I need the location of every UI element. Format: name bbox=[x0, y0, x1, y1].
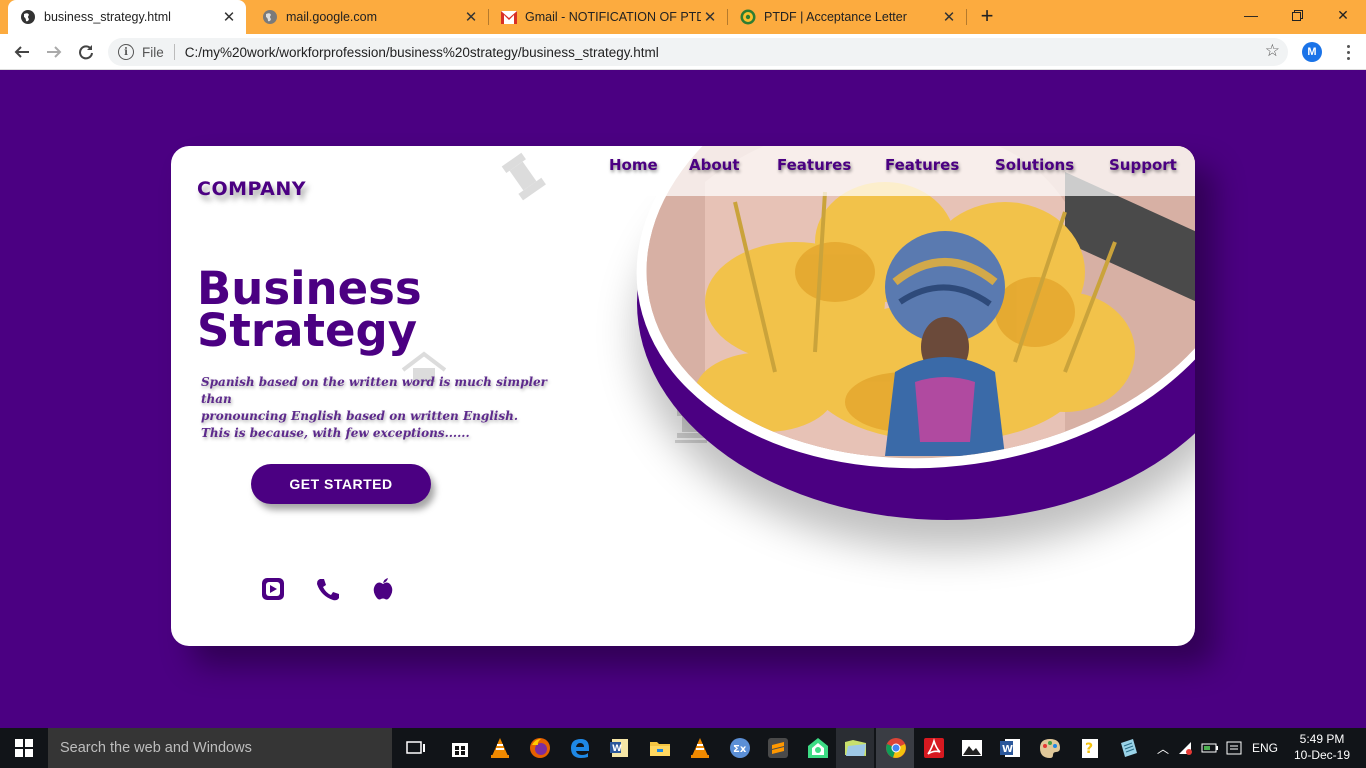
show-hidden-icons-icon[interactable]: ︿ bbox=[1154, 740, 1172, 757]
close-tab-icon[interactable]: ✕ bbox=[220, 8, 238, 26]
intro-text: Spanish based on the written word is muc… bbox=[201, 375, 547, 440]
vlc-icon[interactable] bbox=[686, 734, 714, 762]
ptdf-icon bbox=[740, 9, 756, 25]
chrome-icon[interactable] bbox=[882, 734, 910, 762]
store-icon[interactable] bbox=[446, 734, 474, 762]
browser-menu-icon[interactable] bbox=[1338, 42, 1358, 62]
tab-gmail-notification[interactable]: Gmail - NOTIFICATION OF PTDF ✕ bbox=[489, 0, 727, 34]
profile-avatar[interactable]: M bbox=[1302, 42, 1322, 62]
tab-title: business_strategy.html bbox=[44, 10, 171, 24]
svg-text:?: ? bbox=[1085, 741, 1093, 757]
nav-about[interactable]: About bbox=[689, 156, 740, 174]
new-tab-button[interactable]: + bbox=[976, 5, 998, 27]
phone-icon[interactable] bbox=[315, 576, 341, 602]
bookmark-star-icon[interactable]: ☆ bbox=[1265, 41, 1280, 61]
word-doc-icon[interactable]: W bbox=[606, 734, 634, 762]
nav-solutions[interactable]: Solutions bbox=[995, 156, 1074, 174]
browser-toolbar: i File C:/my%20work/workforprofession/bu… bbox=[0, 34, 1366, 70]
browser-tab-strip: business_strategy.html ✕ mail.google.com… bbox=[0, 0, 1366, 34]
taskbar-clock[interactable]: 5:49 PM 10-Dec-19 bbox=[1290, 731, 1354, 763]
address-scheme: File bbox=[142, 44, 164, 60]
video-play-icon[interactable] bbox=[260, 576, 286, 602]
paint-icon[interactable] bbox=[1036, 734, 1064, 762]
tab-title: PTDF | Acceptance Letter bbox=[764, 10, 907, 24]
landing-card: COMPANY Business Strategy Spanish based … bbox=[171, 146, 1195, 646]
notepad-icon[interactable] bbox=[1114, 734, 1142, 762]
tab-business-strategy[interactable]: business_strategy.html ✕ bbox=[8, 0, 246, 34]
file-explorer-icon[interactable] bbox=[646, 734, 674, 762]
firefox-icon[interactable] bbox=[526, 734, 554, 762]
restore-icon[interactable] bbox=[1274, 0, 1320, 30]
close-tab-icon[interactable]: ✕ bbox=[940, 8, 958, 26]
reload-icon[interactable] bbox=[74, 40, 98, 64]
system-tray: ︿ ENG bbox=[1154, 728, 1284, 768]
close-window-icon[interactable]: ✕ bbox=[1320, 0, 1366, 30]
language-indicator[interactable]: ENG bbox=[1246, 741, 1284, 755]
math-app-icon[interactable]: Σx bbox=[726, 734, 754, 762]
address-bar[interactable]: i File C:/my%20work/workforprofession/bu… bbox=[108, 38, 1288, 66]
address-divider bbox=[173, 44, 175, 60]
word-icon[interactable]: W bbox=[996, 734, 1024, 762]
taskbar-search-input[interactable]: Search the web and Windows bbox=[48, 728, 392, 768]
photos-icon[interactable] bbox=[958, 734, 986, 762]
nav-home[interactable]: Home bbox=[609, 156, 658, 174]
info-icon[interactable]: i bbox=[118, 44, 134, 60]
sublime-text-icon[interactable] bbox=[764, 734, 792, 762]
tab-ptdf-acceptance[interactable]: PTDF | Acceptance Letter ✕ bbox=[728, 0, 966, 34]
notification-icon[interactable] bbox=[1222, 741, 1246, 755]
apple-icon[interactable] bbox=[370, 576, 396, 602]
globe-icon bbox=[20, 9, 36, 25]
page-headline: Business Strategy bbox=[197, 266, 422, 357]
windows-start-icon[interactable] bbox=[0, 728, 48, 768]
minimize-icon[interactable]: — bbox=[1228, 0, 1274, 30]
faded-chess-piece-icon bbox=[501, 152, 546, 201]
forward-icon[interactable] bbox=[42, 40, 66, 64]
close-tab-icon[interactable]: ✕ bbox=[462, 8, 480, 26]
network-icon[interactable] bbox=[1172, 741, 1198, 755]
help-icon[interactable]: ? bbox=[1076, 734, 1104, 762]
android-studio-icon[interactable] bbox=[804, 734, 832, 762]
back-icon[interactable] bbox=[10, 40, 34, 64]
close-tab-icon[interactable]: ✕ bbox=[701, 8, 719, 26]
address-url: C:/my%20work/workforprofession/business%… bbox=[184, 44, 659, 60]
svg-text:W: W bbox=[1002, 744, 1013, 755]
tab-title: Gmail - NOTIFICATION OF PTDF bbox=[525, 10, 701, 24]
edge-icon[interactable] bbox=[566, 734, 594, 762]
battery-icon[interactable] bbox=[1198, 742, 1222, 754]
tab-mail-google[interactable]: mail.google.com ✕ bbox=[250, 0, 488, 34]
clock-time: 5:49 PM bbox=[1299, 732, 1345, 746]
nav-features-2[interactable]: Features bbox=[885, 156, 959, 174]
get-started-button[interactable]: GET STARTED bbox=[251, 464, 431, 504]
windows-taskbar: Search the web and Windows W Σx W ? ︿ EN… bbox=[0, 728, 1366, 768]
nav-features[interactable]: Features bbox=[777, 156, 851, 174]
tab-separator bbox=[966, 9, 967, 25]
company-logo[interactable]: COMPANY bbox=[197, 178, 306, 200]
clock-date: 10-Dec-19 bbox=[1293, 748, 1351, 762]
gmail-icon bbox=[501, 9, 517, 25]
task-view-icon[interactable] bbox=[402, 734, 430, 762]
headline-line-2: Strategy bbox=[197, 304, 418, 357]
nav-support[interactable]: Support bbox=[1109, 156, 1177, 174]
globe-icon bbox=[262, 9, 278, 25]
acrobat-icon[interactable] bbox=[920, 734, 948, 762]
folder-icon[interactable] bbox=[842, 734, 870, 762]
svg-text:W: W bbox=[612, 744, 622, 754]
vlc-icon[interactable] bbox=[486, 734, 514, 762]
svg-text:Σx: Σx bbox=[733, 744, 747, 755]
tab-title: mail.google.com bbox=[286, 10, 378, 24]
